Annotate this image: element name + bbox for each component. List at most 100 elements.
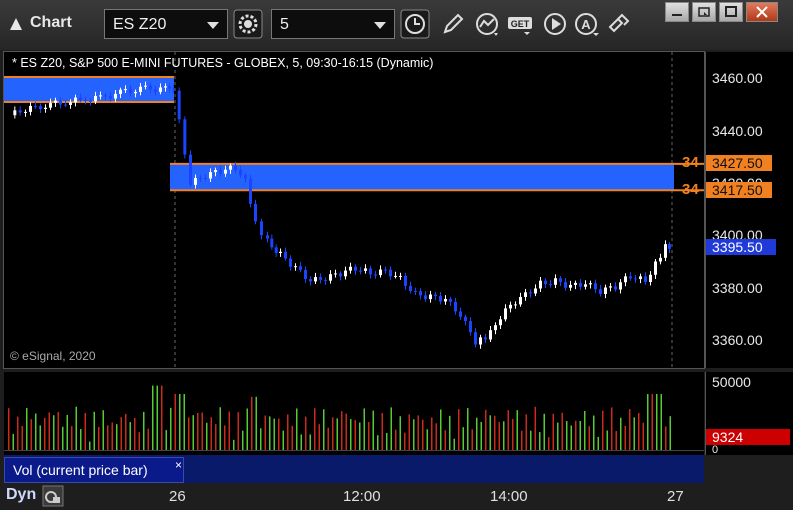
candle-body (589, 283, 592, 285)
volume-bar (305, 416, 307, 450)
candle-body (619, 282, 622, 290)
volume-bar (332, 417, 334, 450)
candle-body (74, 97, 77, 103)
clock-button[interactable] (400, 9, 430, 39)
restore-button[interactable] (692, 2, 716, 22)
gear-button[interactable] (233, 9, 263, 39)
volume-bar (395, 429, 397, 450)
volume-bar (183, 394, 185, 450)
chart-header: * ES Z20, S&P 500 E-MINI FUTURES - GLOBE… (12, 56, 434, 70)
price-tick: 3360.00 (712, 332, 763, 348)
volume-bar (309, 434, 311, 450)
volume-bar (579, 421, 581, 450)
volume-bar (134, 417, 136, 450)
candle-body (124, 89, 127, 91)
volume-bar (444, 430, 446, 450)
candle-body (329, 274, 332, 281)
volume-axis[interactable]: 50000 9324 0 (705, 372, 793, 456)
volume-bar (107, 425, 109, 450)
volume-bar (570, 425, 572, 450)
close-button[interactable] (746, 2, 778, 22)
candle-body (154, 89, 157, 92)
price-chart[interactable] (4, 52, 704, 368)
candle-body (569, 284, 572, 288)
candle-body (260, 221, 263, 236)
candle-body (424, 295, 427, 300)
candle-body (89, 100, 92, 102)
volume-pane[interactable] (4, 372, 704, 455)
volume-bar (35, 413, 37, 450)
volume-bar (498, 422, 500, 450)
volume-bar (53, 415, 55, 450)
alert-button[interactable]: A (572, 9, 602, 39)
volume-bar (165, 430, 167, 450)
volume-bar (381, 413, 383, 450)
draw-button[interactable] (438, 9, 468, 39)
volume-bar (75, 406, 77, 450)
volume-bar (399, 416, 401, 450)
volume-bar (597, 436, 599, 450)
volume-study-label[interactable]: Vol (current price bar) × (4, 457, 184, 483)
volume-bar (188, 417, 190, 450)
lock-icon[interactable] (42, 485, 64, 507)
candle-body (374, 274, 377, 276)
candle-body (624, 276, 627, 283)
price-axis[interactable]: 3460.00 3440.00 3420.00 3400.00 3380.00 … (705, 52, 793, 368)
volume-bar (251, 396, 253, 450)
link-button[interactable] (604, 9, 634, 39)
volume-bar (476, 417, 478, 450)
minimize-button[interactable] (665, 2, 689, 22)
volume-bar (525, 414, 527, 450)
time-axis[interactable]: Dyn 26 12:00 14:00 27 (0, 483, 705, 510)
alert-icon: A (575, 13, 599, 36)
price-tick: 3460.00 (712, 70, 763, 86)
volume-bar (161, 385, 163, 450)
volume-bar (426, 429, 428, 450)
price-pane[interactable]: * ES Z20, S&P 500 E-MINI FUTURES - GLOBE… (4, 52, 704, 368)
candle-body (13, 110, 17, 116)
volume-bar (557, 422, 559, 450)
candle-body (270, 238, 274, 248)
candle-body (59, 100, 62, 105)
candle-body (454, 301, 457, 312)
maximize-icon (725, 6, 737, 17)
volume-bar (602, 410, 604, 450)
volume-bar (341, 411, 343, 450)
candle-body (544, 280, 547, 284)
candle-body (524, 292, 527, 297)
copyright: © eSignal, 2020 (10, 349, 96, 363)
volume-bar (588, 426, 590, 450)
time-tick: 14:00 (490, 488, 528, 505)
volume-bar (548, 437, 550, 450)
volume-bar (534, 406, 536, 450)
last-price-tag: 3395.50 (706, 239, 776, 255)
candle-body (84, 99, 87, 101)
candle-body (629, 276, 632, 279)
candle-body (409, 285, 412, 292)
candle-body (439, 296, 442, 302)
svg-text:GET: GET (511, 19, 530, 29)
volume-bar (102, 410, 104, 450)
close-icon (756, 6, 768, 18)
candle-body (384, 269, 387, 271)
candle-body (249, 178, 252, 204)
study-button[interactable] (472, 9, 502, 39)
candle-body (168, 86, 171, 89)
volume-bar (507, 410, 509, 450)
get-button[interactable]: GET (506, 9, 536, 39)
play-button[interactable] (540, 9, 570, 39)
interval-combo[interactable]: 5 (271, 9, 395, 39)
symbol-combo[interactable]: ES Z20 (104, 9, 228, 39)
candle-body (274, 247, 278, 253)
maximize-button[interactable] (719, 2, 743, 22)
volume-bar (48, 412, 50, 450)
volume-bar (471, 429, 473, 450)
close-study-icon[interactable]: × (175, 458, 182, 472)
volume-bar (386, 432, 388, 450)
volume-bar (642, 422, 644, 450)
volume-axis-top: 50000 (712, 374, 751, 390)
candle-body (239, 170, 242, 176)
candle-body (244, 175, 247, 179)
candle-body (79, 97, 82, 100)
candle-body (119, 89, 122, 94)
